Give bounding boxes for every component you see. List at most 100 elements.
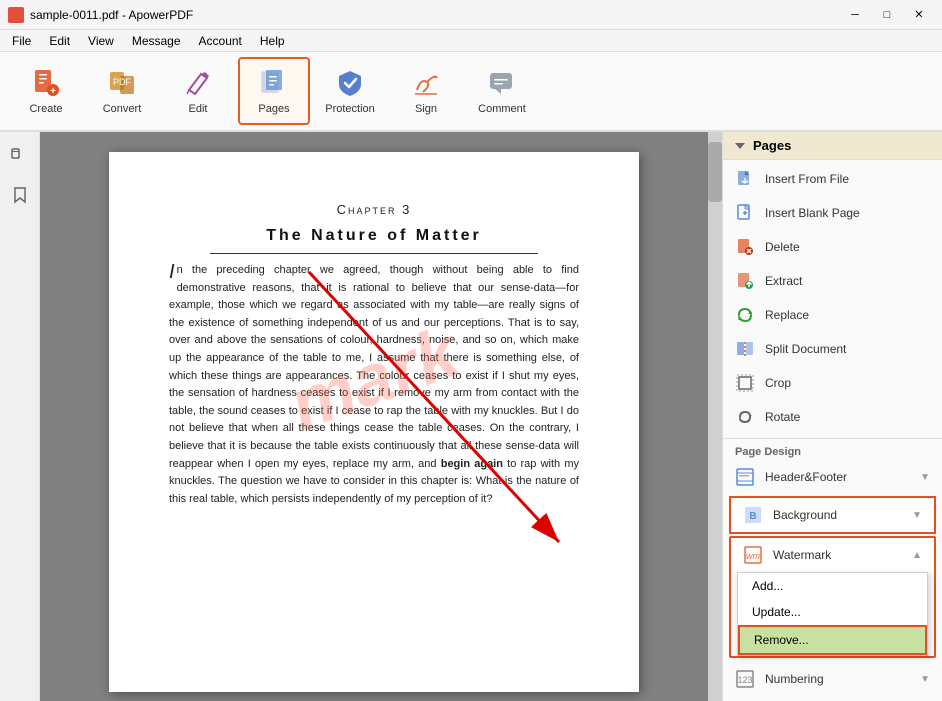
- panel-item-extract[interactable]: Extract: [723, 264, 942, 298]
- pdf-scrollbar[interactable]: [708, 132, 722, 701]
- menu-edit[interactable]: Edit: [41, 32, 78, 50]
- numbering-left: 123 Numbering: [735, 669, 824, 689]
- watermark-arrow: ▲: [912, 550, 922, 561]
- header-footer-left: Header&Footer: [735, 467, 847, 487]
- watermark-header-left: wm Watermark: [743, 545, 831, 565]
- menu-bar: File Edit View Message Account Help: [0, 30, 942, 52]
- panel-item-numbering[interactable]: 123 Numbering ▼: [723, 662, 942, 696]
- header-footer-label: Header&Footer: [765, 470, 847, 484]
- toolbar-btn-comment[interactable]: Comment: [466, 57, 538, 125]
- app-icon: [8, 7, 24, 23]
- sign-icon: [410, 67, 442, 99]
- toolbar-btn-sign[interactable]: Sign: [390, 57, 462, 125]
- split-icon: [735, 339, 755, 359]
- panel-item-split[interactable]: Split Document: [723, 332, 942, 366]
- insert-from-file-icon: [735, 169, 755, 189]
- pdf-title: The Nature of Matter: [169, 227, 579, 245]
- background-icon: B: [743, 505, 763, 525]
- pdf-page: mark Chapter 3 The Nature of Matter In t…: [109, 152, 639, 692]
- numbering-label: Numbering: [765, 672, 824, 686]
- delete-label: Delete: [765, 240, 800, 254]
- comment-icon: [486, 67, 518, 99]
- watermark-add[interactable]: Add...: [738, 573, 927, 599]
- menu-message[interactable]: Message: [124, 32, 189, 50]
- right-panel-title: Pages: [753, 138, 791, 153]
- sidebar-thumbnail-btn[interactable]: [5, 142, 35, 172]
- svg-text:+: +: [50, 86, 56, 97]
- panel-item-background[interactable]: B Background ▼: [729, 496, 936, 534]
- page-design-label: Page Design: [723, 441, 942, 460]
- toolbar-btn-create[interactable]: + Create: [10, 57, 82, 125]
- menu-account[interactable]: Account: [191, 32, 250, 50]
- watermark-label: Watermark: [773, 548, 831, 562]
- panel-divider-1: [723, 438, 942, 439]
- menu-file[interactable]: File: [4, 32, 39, 50]
- maximize-button[interactable]: □: [872, 5, 902, 25]
- watermark-icon: wm: [743, 545, 763, 565]
- numbering-icon: 123: [735, 669, 755, 689]
- protection-label: Protection: [325, 103, 375, 115]
- split-label: Split Document: [765, 342, 846, 356]
- crop-label: Crop: [765, 376, 791, 390]
- panel-item-insert-blank[interactable]: Insert Blank Page: [723, 196, 942, 230]
- title-bar: sample-0011.pdf - ApowerPDF ─ □ ✕: [0, 0, 942, 30]
- sidebar-bookmark-btn[interactable]: [5, 180, 35, 210]
- pdf-divider: [210, 253, 538, 254]
- menu-help[interactable]: Help: [252, 32, 293, 50]
- pdf-body: In the preceding chapter we agreed, thou…: [169, 262, 579, 508]
- convert-label: Convert: [103, 103, 142, 115]
- panel-item-rotate[interactable]: Rotate: [723, 400, 942, 434]
- panel-item-insert-from-file[interactable]: Insert From File: [723, 162, 942, 196]
- toolbar-btn-edit[interactable]: Edit: [162, 57, 234, 125]
- background-left: B Background: [743, 505, 837, 525]
- svg-text:123: 123: [737, 675, 752, 685]
- window-controls: ─ □ ✕: [840, 5, 934, 25]
- panel-collapse-icon[interactable]: [733, 139, 747, 153]
- watermark-dropdown: Add... Update... Remove...: [737, 572, 928, 656]
- header-footer-icon: [735, 467, 755, 487]
- toolbar-btn-pages[interactable]: Pages: [238, 57, 310, 125]
- crop-icon: [735, 373, 755, 393]
- background-label: Background: [773, 508, 837, 522]
- delete-icon: [735, 237, 755, 257]
- title-left: sample-0011.pdf - ApowerPDF: [8, 7, 193, 23]
- rotate-label: Rotate: [765, 410, 800, 424]
- pdf-content-area: mark Chapter 3 The Nature of Matter In t…: [40, 132, 708, 701]
- extract-label: Extract: [765, 274, 802, 288]
- pages-icon: [258, 67, 290, 99]
- pages-label: Pages: [258, 103, 289, 115]
- panel-item-crop[interactable]: Crop: [723, 366, 942, 400]
- background-arrow: ▼: [912, 510, 922, 521]
- left-sidebar: [0, 132, 40, 701]
- scrollbar-thumb[interactable]: [708, 142, 722, 202]
- header-footer-arrow: ▼: [920, 472, 930, 483]
- insert-blank-icon: [735, 203, 755, 223]
- replace-icon: [735, 305, 755, 325]
- svg-text:PDF: PDF: [113, 77, 132, 87]
- watermark-update[interactable]: Update...: [738, 599, 927, 625]
- panel-item-header-footer[interactable]: Header&Footer ▼: [723, 460, 942, 494]
- right-panel: Pages Insert From File: [722, 132, 942, 701]
- pdf-paragraph: In the preceding chapter we agreed, thou…: [169, 262, 579, 508]
- numbering-arrow: ▼: [920, 674, 930, 685]
- svg-text:B: B: [749, 511, 756, 522]
- toolbar-btn-convert[interactable]: PDF Convert: [86, 57, 158, 125]
- panel-item-delete[interactable]: Delete: [723, 230, 942, 264]
- close-button[interactable]: ✕: [904, 5, 934, 25]
- toolbar-btn-protection[interactable]: Protection: [314, 57, 386, 125]
- toolbar: + Create PDF Convert Edit: [0, 52, 942, 132]
- edit-icon: [182, 67, 214, 99]
- window-title: sample-0011.pdf - ApowerPDF: [30, 8, 193, 22]
- panel-pages-section: Insert From File Insert Blank Page: [723, 160, 942, 436]
- menu-view[interactable]: View: [80, 32, 122, 50]
- svg-text:wm: wm: [746, 551, 760, 561]
- replace-label: Replace: [765, 308, 809, 322]
- panel-item-replace[interactable]: Replace: [723, 298, 942, 332]
- pdf-chapter: Chapter 3: [169, 202, 579, 217]
- panel-item-watermark[interactable]: wm Watermark ▲: [731, 538, 934, 572]
- right-panel-header: Pages: [723, 132, 942, 160]
- comment-label: Comment: [478, 103, 526, 115]
- insert-blank-label: Insert Blank Page: [765, 206, 860, 220]
- watermark-remove[interactable]: Remove...: [738, 625, 927, 655]
- minimize-button[interactable]: ─: [840, 5, 870, 25]
